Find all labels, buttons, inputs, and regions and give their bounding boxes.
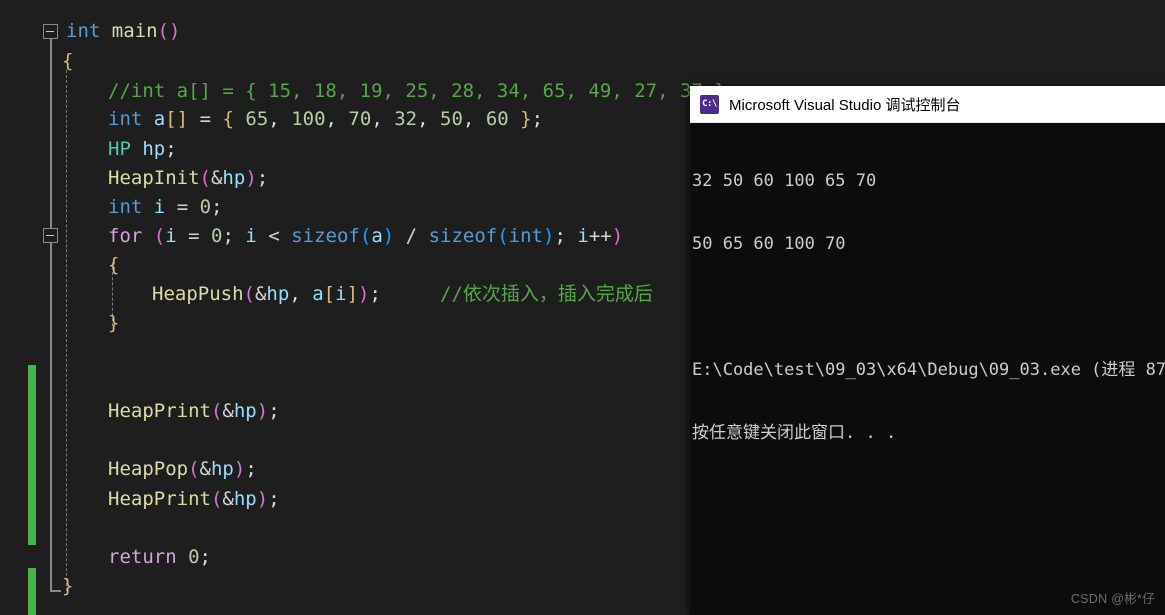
cmd-icon: C:\ (700, 94, 719, 114)
code-line: HeapPush(&hp, a[i]); (152, 283, 381, 305)
code-line: { (62, 50, 74, 72)
code-line: int main() (66, 20, 181, 42)
code-line: int a[] = { 65, 100, 70, 32, 50, 60 }; (108, 108, 544, 130)
debug-console-window[interactable]: C:\ Microsoft Visual Studio 调试控制台 32 50 … (690, 86, 1165, 615)
console-output-line: E:\Code\test\09_03\x64\Debug\09_03.exe (… (692, 360, 1165, 380)
cmd-icon-glyph: C:\ (702, 98, 717, 109)
code-line-comment: //int a[] = { 15, 18, 19, 25, 28, 34, 65… (108, 80, 738, 102)
watermark: CSDN @彬*仔 (1070, 592, 1155, 606)
console-title-bar[interactable]: C:\ Microsoft Visual Studio 调试控制台 (690, 86, 1165, 123)
console-title-label: Microsoft Visual Studio 调试控制台 (729, 96, 961, 114)
console-output[interactable]: 32 50 60 100 65 70 50 65 60 100 70 E:\Co… (690, 123, 1165, 615)
code-line: } (62, 575, 74, 597)
code-line-comment: //依次插入，插入完成后 (440, 283, 653, 305)
code-line: HeapInit(&hp); (108, 167, 269, 189)
screenshot-root: int main() { //int a[] = { 15, 18, 19, 2… (0, 0, 1165, 615)
code-line: HP hp; (108, 138, 177, 160)
code-line: } (108, 312, 120, 334)
console-output-line: 32 50 60 100 65 70 (692, 171, 877, 191)
code-text: int main() { //int a[] = { 15, 18, 19, 2… (0, 0, 737, 615)
code-line: for (i = 0; i < sizeof(a) / sizeof(int);… (108, 225, 624, 247)
code-line: int i = 0; (108, 196, 223, 218)
code-line: HeapPrint(&hp); (108, 488, 280, 510)
code-line: return 0; (108, 546, 211, 568)
code-line: { (108, 254, 120, 276)
console-output-line: 50 65 60 100 70 (692, 234, 846, 254)
code-line: HeapPrint(&hp); (108, 400, 280, 422)
code-line: HeapPop(&hp); (108, 458, 257, 480)
console-output-line: 按任意键关闭此窗口. . . (692, 423, 897, 443)
